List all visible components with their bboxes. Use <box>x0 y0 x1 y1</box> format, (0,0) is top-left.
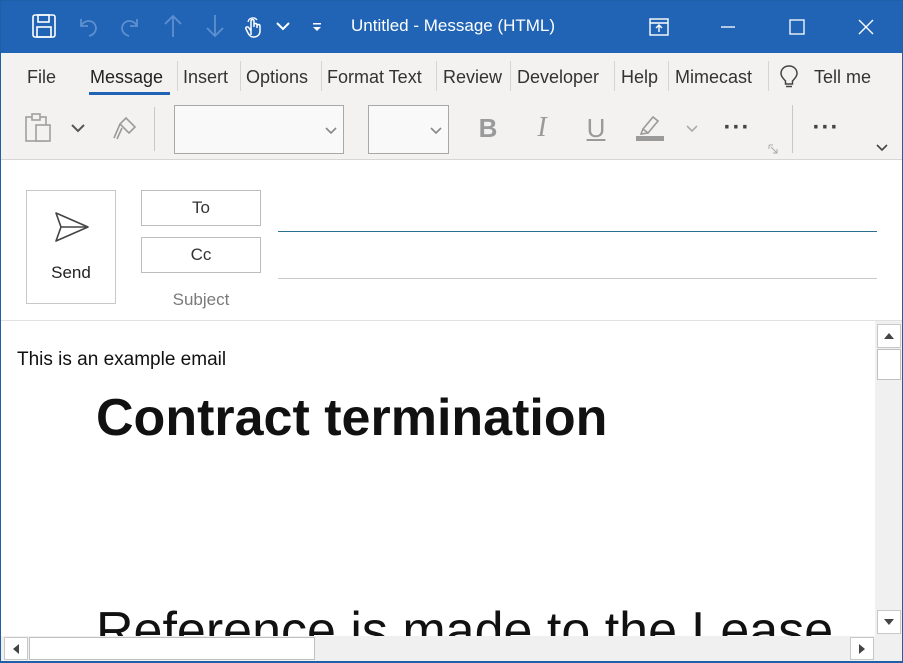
close-icon[interactable] <box>846 10 886 44</box>
tab-options[interactable]: Options <box>246 67 308 88</box>
underline-button[interactable]: U <box>579 111 613 145</box>
body-paragraph: Reference is made to the Lease <box>96 602 834 636</box>
tab-help[interactable]: Help <box>621 67 658 88</box>
vertical-scrollbar[interactable] <box>875 321 902 636</box>
expand-ribbon-icon[interactable] <box>872 139 892 157</box>
tab-review[interactable]: Review <box>443 67 502 88</box>
minimize-icon[interactable] <box>708 10 748 44</box>
title-bar: Untitled - Message (HTML) <box>1 1 902 53</box>
scroll-up-icon[interactable] <box>877 324 901 348</box>
ribbon-display-options-icon[interactable] <box>639 10 679 44</box>
tab-divider <box>177 61 178 91</box>
customize-quick-access-icon[interactable] <box>304 13 330 39</box>
active-tab-indicator <box>89 92 170 95</box>
chevron-down-icon[interactable] <box>270 13 296 39</box>
send-icon <box>55 212 89 242</box>
redo-icon[interactable] <box>117 13 143 39</box>
bold-button[interactable]: B <box>471 111 505 145</box>
tab-divider <box>321 61 322 91</box>
subject-label: Subject <box>172 290 230 309</box>
tab-divider <box>668 61 669 91</box>
up-icon[interactable] <box>160 13 186 39</box>
compose-header: Send To Cc Subject <box>1 160 902 321</box>
message-body[interactable]: This is an example email Contract termin… <box>1 321 875 636</box>
tab-divider <box>436 61 437 91</box>
scroll-right-icon[interactable] <box>850 637 874 660</box>
tell-me-search[interactable]: Tell me <box>814 67 871 88</box>
window-title: Untitled - Message (HTML) <box>351 16 556 35</box>
touch-mode-icon[interactable] <box>241 13 267 39</box>
tab-message[interactable]: Message <box>90 67 163 88</box>
tab-divider <box>510 61 511 91</box>
vertical-scroll-thumb[interactable] <box>877 349 901 380</box>
paste-dropdown-icon[interactable] <box>67 117 89 139</box>
tab-divider <box>768 61 769 91</box>
cc-field[interactable] <box>278 240 877 278</box>
subject-field[interactable] <box>278 284 877 314</box>
outlook-message-window: Untitled - Message (HTML) File Message I… <box>1 1 902 661</box>
more-font-options-button[interactable]: ··· <box>717 113 757 143</box>
scroll-left-icon[interactable] <box>4 637 28 660</box>
ribbon-divider <box>792 105 793 153</box>
horizontal-scrollbar[interactable] <box>1 636 875 661</box>
tab-divider <box>614 61 615 91</box>
ribbon-toolbar: B I U ··· ··· <box>1 99 902 160</box>
tab-mimecast[interactable]: Mimecast <box>675 67 752 88</box>
send-label: Send <box>51 263 91 282</box>
maximize-icon[interactable] <box>777 10 817 44</box>
highlight-dropdown-icon[interactable] <box>681 117 703 139</box>
dialog-launcher-icon[interactable] <box>767 143 779 155</box>
to-field-underline <box>278 231 877 232</box>
more-commands-button[interactable]: ··· <box>806 113 846 143</box>
tab-file[interactable]: File <box>27 67 56 88</box>
font-name-combobox[interactable] <box>174 105 344 154</box>
to-button[interactable]: To <box>141 190 261 226</box>
tab-divider <box>240 61 241 91</box>
scroll-down-icon[interactable] <box>877 610 901 634</box>
horizontal-scroll-thumb[interactable] <box>29 637 315 660</box>
scrollbar-corner <box>875 636 902 661</box>
highlight-icon[interactable] <box>632 109 668 145</box>
tab-format-text[interactable]: Format Text <box>327 67 422 88</box>
cc-field-underline <box>278 278 877 279</box>
to-field[interactable] <box>278 192 877 230</box>
body-intro-text: This is an example email <box>17 349 227 370</box>
lightbulb-icon[interactable] <box>779 64 799 93</box>
paste-icon[interactable] <box>21 111 55 145</box>
format-painter-icon[interactable] <box>107 111 141 145</box>
cc-button[interactable]: Cc <box>141 237 261 273</box>
save-icon[interactable] <box>31 13 57 39</box>
undo-icon[interactable] <box>75 13 101 39</box>
tab-insert[interactable]: Insert <box>183 67 228 88</box>
body-heading: Contract termination <box>96 389 608 447</box>
chevron-down-icon <box>325 127 337 135</box>
chevron-down-icon <box>430 127 442 135</box>
down-icon[interactable] <box>202 13 228 39</box>
italic-button[interactable]: I <box>525 111 559 145</box>
tab-developer[interactable]: Developer <box>517 67 599 88</box>
font-size-combobox[interactable] <box>368 105 449 154</box>
ribbon-divider <box>154 107 155 151</box>
send-button[interactable]: Send <box>26 190 116 304</box>
